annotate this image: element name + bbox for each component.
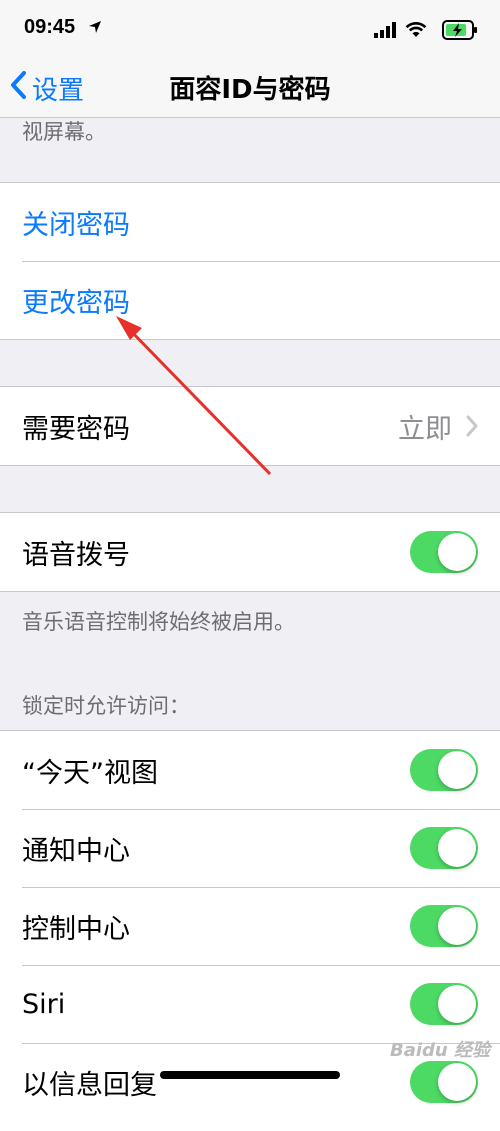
voice-dial-label: 语音拨号 [22, 539, 130, 571]
toggle-knob [438, 1063, 476, 1101]
turn-off-passcode-label: 关闭密码 [22, 209, 130, 241]
change-passcode-button[interactable]: 更改密码 [0, 261, 500, 339]
require-passcode-row[interactable]: 需要密码 立即 [0, 387, 500, 465]
require-passcode-label: 需要密码 [22, 413, 130, 445]
voice-dial-group: 语音拨号 [0, 512, 500, 592]
voice-dial-footer: 音乐语音控制将始终被启用。 [22, 610, 295, 634]
status-bar: 09:45 [0, 0, 500, 60]
voice-dial-row: 语音拨号 [0, 513, 500, 591]
cellular-signal-icon [374, 22, 396, 42]
toggle-knob [438, 751, 476, 789]
notification-center-label: 通知中心 [22, 835, 130, 867]
turn-off-passcode-button[interactable]: 关闭密码 [0, 183, 500, 261]
reply-with-message-label: 以信息回复 [22, 1069, 157, 1101]
today-view-toggle[interactable] [410, 749, 478, 791]
lock-access-row-control-center: 控制中心 [0, 887, 500, 965]
lock-access-row-notification-center: 通知中心 [0, 809, 500, 887]
lock-access-header: 锁定时允许访问： [22, 694, 190, 718]
passcode-group: 关闭密码 更改密码 [0, 182, 500, 340]
require-passcode-group: 需要密码 立即 [0, 386, 500, 466]
location-arrow-icon [88, 19, 102, 38]
today-view-label: “今天”视图 [22, 757, 158, 789]
notification-center-toggle[interactable] [410, 827, 478, 869]
control-center-toggle[interactable] [410, 905, 478, 947]
home-indicator[interactable] [160, 1071, 340, 1079]
lock-access-row-siri: Siri [0, 965, 500, 1043]
battery-charging-icon [442, 20, 478, 44]
toggle-knob [438, 829, 476, 867]
require-passcode-value: 立即 [398, 413, 452, 445]
page-title: 面容ID与密码 [169, 75, 331, 105]
control-center-label: 控制中心 [22, 913, 130, 945]
toggle-knob [438, 985, 476, 1023]
toggle-knob [438, 907, 476, 945]
siri-label: Siri [22, 988, 66, 1020]
lock-access-row-today: “今天”视图 [0, 731, 500, 809]
navigation-bar: 设置 面容ID与密码 [0, 60, 500, 118]
clipped-footer-note: 视屏幕。 [22, 120, 106, 144]
chevron-right-icon [466, 415, 478, 441]
watermark: Baidu 经验 [390, 1040, 491, 1061]
reply-with-message-toggle[interactable] [410, 1061, 478, 1103]
voice-dial-toggle[interactable] [410, 531, 478, 573]
wifi-icon [404, 20, 428, 42]
toggle-knob [438, 533, 476, 571]
siri-toggle[interactable] [410, 983, 478, 1025]
change-passcode-label: 更改密码 [22, 287, 130, 319]
status-time: 09:45 [24, 16, 76, 38]
